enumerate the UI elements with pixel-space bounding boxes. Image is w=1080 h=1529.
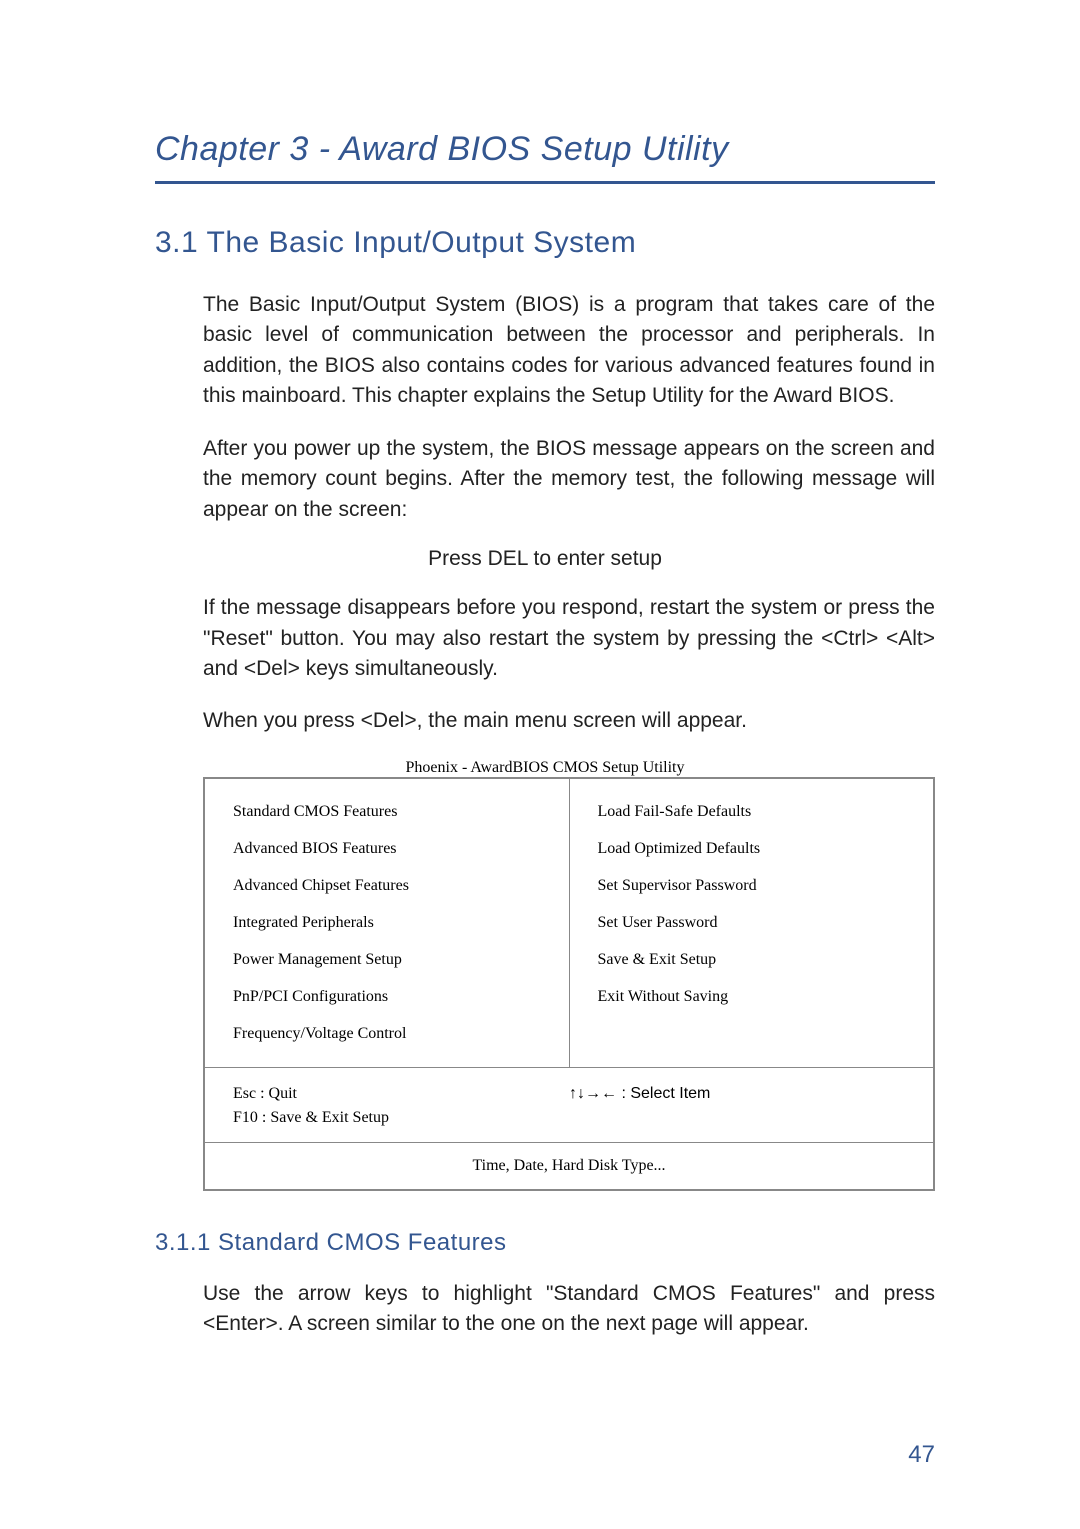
bios-menu-item: Standard CMOS Features	[233, 803, 541, 821]
bios-menu-columns: Standard CMOS Features Advanced BIOS Fea…	[205, 779, 933, 1068]
bios-left-column: Standard CMOS Features Advanced BIOS Fea…	[205, 779, 570, 1067]
bios-key-arrows: ↑↓→← : Select Item	[569, 1085, 710, 1102]
bios-menu-item: Load Optimized Defaults	[598, 840, 906, 858]
bios-menu-item: Exit Without Saving	[598, 988, 906, 1006]
paragraph-2: After you power up the system, the BIOS …	[203, 434, 935, 525]
bios-menu-item: Advanced BIOS Features	[233, 840, 541, 858]
bios-menu-item: PnP/PCI Configurations	[233, 988, 541, 1006]
paragraph-3: If the message disappears before you res…	[203, 593, 935, 684]
bios-right-column: Load Fail-Safe Defaults Load Optimized D…	[570, 779, 934, 1067]
chapter-title: Chapter 3 - Award BIOS Setup Utility	[155, 130, 935, 169]
bios-footer-right: ↑↓→← : Select Item	[569, 1082, 905, 1130]
bios-menu-item: Load Fail-Safe Defaults	[598, 803, 906, 821]
bios-menu-item: Save & Exit Setup	[598, 951, 906, 969]
bios-status-bar: Time, Date, Hard Disk Type...	[205, 1143, 933, 1189]
bios-caption: Phoenix - AwardBIOS CMOS Setup Utility	[155, 759, 935, 777]
bios-footer: Esc : Quit F10 : Save & Exit Setup ↑↓→← …	[205, 1068, 933, 1143]
bios-menu-item: Set User Password	[598, 914, 906, 932]
bios-menu-box: Standard CMOS Features Advanced BIOS Fea…	[203, 777, 935, 1191]
title-underline	[155, 181, 935, 184]
bios-key-esc: Esc : Quit	[233, 1082, 569, 1106]
section-heading: 3.1 The Basic Input/Output System	[155, 226, 935, 260]
bios-footer-left: Esc : Quit F10 : Save & Exit Setup	[233, 1082, 569, 1130]
bios-key-f10: F10 : Save & Exit Setup	[233, 1106, 569, 1130]
bios-menu-item: Set Supervisor Password	[598, 877, 906, 895]
paragraph-1: The Basic Input/Output System (BIOS) is …	[203, 290, 935, 412]
subsection-heading: 3.1.1 Standard CMOS Features	[155, 1229, 935, 1257]
bios-menu-item: Power Management Setup	[233, 951, 541, 969]
paragraph-4: When you press <Del>, the main menu scre…	[203, 706, 935, 736]
press-del-message: Press DEL to enter setup	[155, 547, 935, 571]
bios-menu-item: Frequency/Voltage Control	[233, 1025, 541, 1043]
bios-menu-item: Advanced Chipset Features	[233, 877, 541, 895]
page-number: 47	[908, 1441, 935, 1469]
bios-menu-item: Integrated Peripherals	[233, 914, 541, 932]
paragraph-5: Use the arrow keys to highlight "Standar…	[203, 1279, 935, 1340]
